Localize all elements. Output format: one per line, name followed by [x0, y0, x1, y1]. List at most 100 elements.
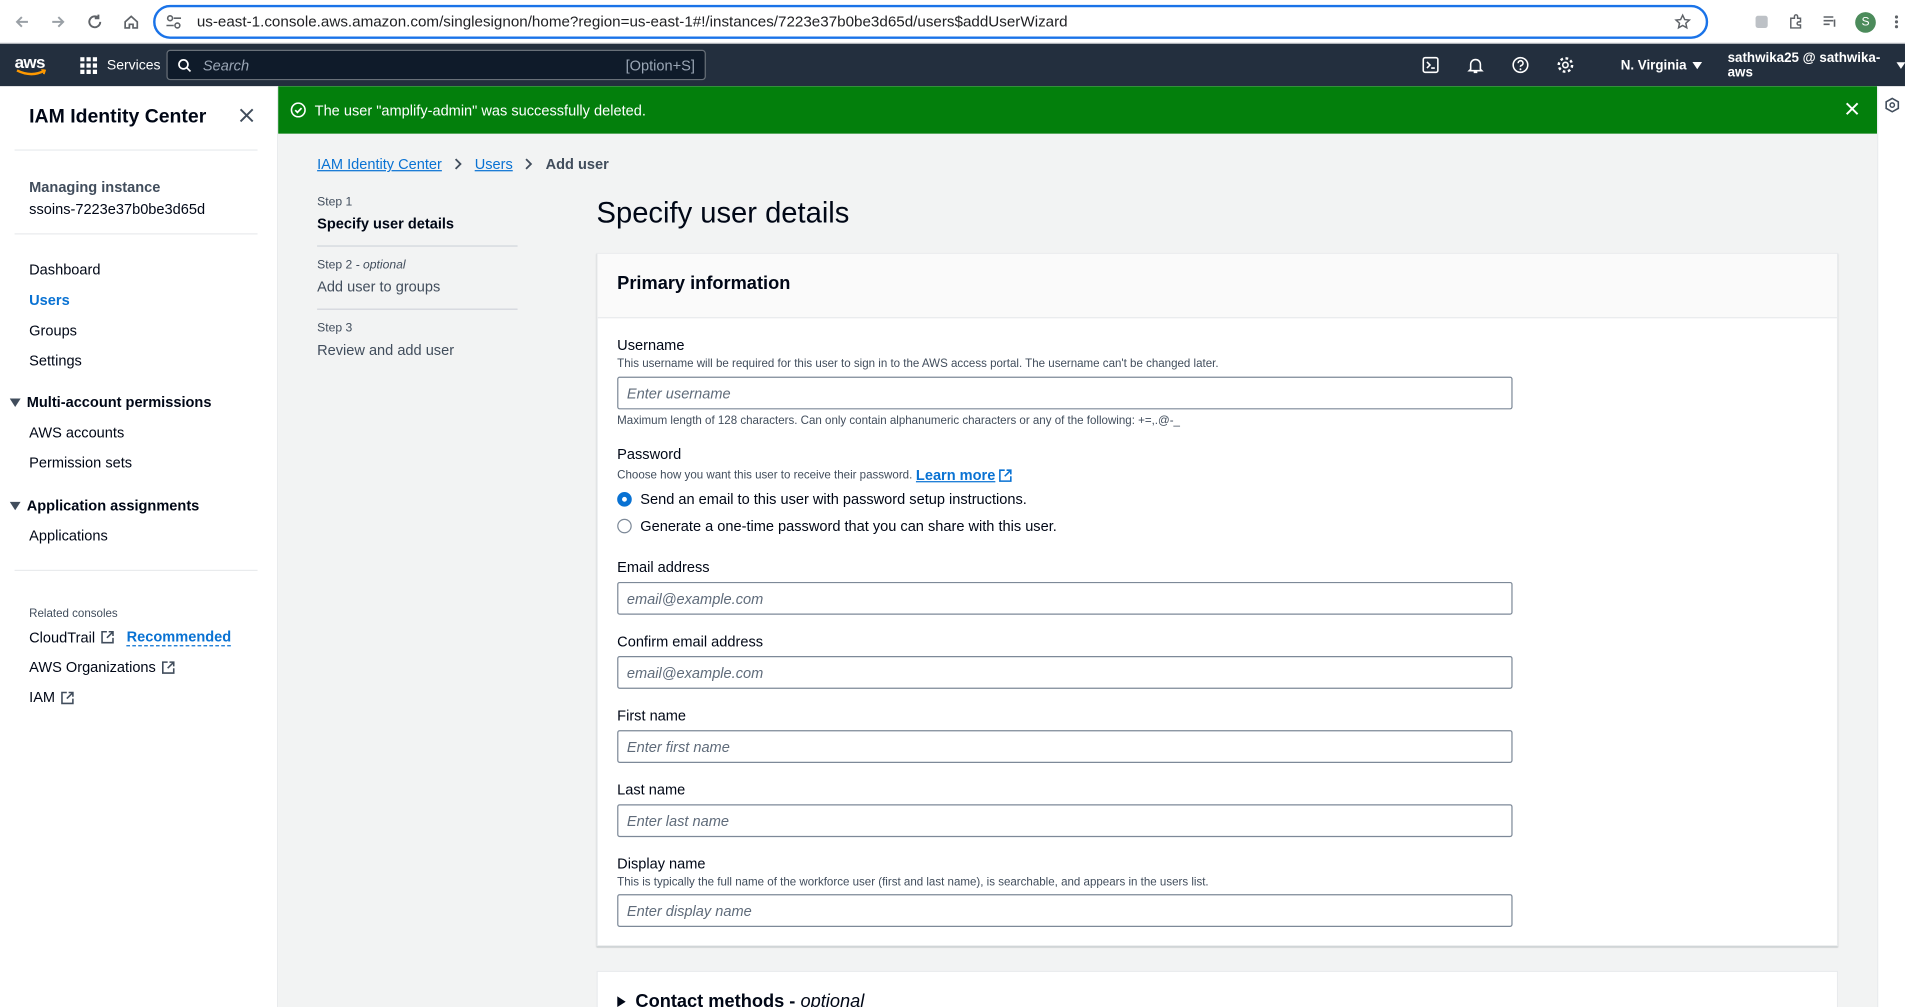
- sidebar-item-settings[interactable]: Settings: [29, 352, 82, 369]
- header-icons: [1421, 44, 1574, 87]
- last-name-input[interactable]: [617, 804, 1513, 838]
- side-navigation: IAM Identity Center Managing instance ss…: [0, 86, 279, 1007]
- search-placeholder[interactable]: Search: [203, 56, 249, 73]
- wizard-step-1[interactable]: Step 1 Specify user details: [317, 196, 518, 247]
- link-label[interactable]: AWS Organizations: [29, 658, 156, 675]
- back-icon[interactable]: [5, 4, 39, 38]
- step-num-text: Step 3: [317, 321, 353, 336]
- close-sidebar-icon[interactable]: [238, 107, 255, 124]
- step-title[interactable]: Specify user details: [317, 215, 517, 232]
- chevron-right-icon: [454, 158, 462, 170]
- contact-methods-title[interactable]: Contact methods -: [635, 991, 795, 1007]
- password-label: Password: [617, 445, 682, 463]
- chevron-right-icon: [525, 158, 533, 170]
- kebab-menu-icon[interactable]: [1893, 13, 1900, 30]
- reload-icon[interactable]: [78, 4, 112, 38]
- breadcrumb-iam-identity-center[interactable]: IAM Identity Center: [317, 156, 442, 173]
- sidebar-item-applications[interactable]: Applications: [29, 527, 108, 544]
- first-name-label: First name: [617, 707, 687, 725]
- home-icon[interactable]: [114, 4, 148, 38]
- step-number: Step 1: [317, 196, 517, 209]
- radio-one-time-password[interactable]: Generate a one-time password that you ca…: [617, 518, 1057, 535]
- sidebar-item-dashboard[interactable]: Dashboard: [29, 261, 100, 278]
- forward-icon[interactable]: [41, 4, 75, 38]
- section-application-assignments[interactable]: Application assignments: [9, 497, 200, 514]
- contact-methods-header[interactable]: Contact methods - optional: [617, 991, 864, 1007]
- link-label[interactable]: IAM: [29, 689, 55, 706]
- related-consoles-label: Related consoles: [29, 607, 118, 621]
- email-input[interactable]: [617, 581, 1513, 615]
- display-name-input[interactable]: [617, 894, 1513, 927]
- settings-gear-icon[interactable]: [1556, 56, 1574, 74]
- breadcrumb-add-user: Add user: [545, 155, 609, 173]
- email-label: Email address: [617, 558, 710, 576]
- password-field: Password Choose how you want this user t…: [617, 446, 1057, 535]
- region-selector[interactable]: N. Virginia: [1621, 44, 1703, 87]
- flash-message: The user "amplify-admin" was successfull…: [314, 101, 646, 119]
- sidebar-item-permission-sets[interactable]: Permission sets: [29, 454, 132, 471]
- radio-label[interactable]: Send an email to this user with password…: [640, 491, 1027, 508]
- link-label[interactable]: CloudTrail: [29, 629, 95, 646]
- radio-send-email[interactable]: Send an email to this user with password…: [617, 491, 1057, 508]
- help-icon[interactable]: [1511, 56, 1529, 74]
- sidebar-item-groups[interactable]: Groups: [29, 322, 77, 339]
- tools-panel-icon[interactable]: [1884, 97, 1900, 113]
- account-menu[interactable]: sathwika25 @ sathwika-aws: [1728, 44, 1905, 87]
- first-name-input[interactable]: [617, 730, 1513, 763]
- caret-down-icon: [1692, 61, 1703, 69]
- search-icon: [178, 58, 192, 72]
- username-label: Username: [617, 336, 685, 354]
- radio-button-selected[interactable]: [617, 492, 632, 507]
- services-label[interactable]: Services: [107, 58, 161, 73]
- region-label[interactable]: N. Virginia: [1621, 58, 1687, 73]
- main-content: The user "amplify-admin" was successfull…: [278, 86, 1878, 1007]
- related-link-cloudtrail[interactable]: CloudTrail Recommended: [29, 628, 232, 647]
- wizard-step-3[interactable]: Step 3 Review and add user: [317, 322, 517, 372]
- step-title[interactable]: Add user to groups: [317, 278, 517, 295]
- cloudshell-icon[interactable]: [1421, 56, 1439, 74]
- wizard-step-2[interactable]: Step 2 - optional Add user to groups: [317, 259, 518, 310]
- confirm-email-label: Confirm email address: [617, 632, 764, 650]
- section-label[interactable]: Multi-account permissions: [27, 394, 212, 411]
- puzzle-icon[interactable]: [1787, 13, 1804, 30]
- section-multi-account-permissions[interactable]: Multi-account permissions: [9, 394, 212, 411]
- sidebar-title[interactable]: IAM Identity Center: [29, 107, 206, 129]
- confirm-email-input[interactable]: [617, 656, 1513, 689]
- related-link-iam[interactable]: IAM: [29, 689, 75, 706]
- sidebar-item-users[interactable]: Users: [29, 292, 70, 309]
- sidebar-item-aws-accounts[interactable]: AWS accounts: [29, 424, 124, 441]
- recommended-badge[interactable]: Recommended: [126, 628, 232, 647]
- breadcrumb-users[interactable]: Users: [475, 156, 513, 173]
- radio-label[interactable]: Generate a one-time password that you ca…: [640, 518, 1057, 535]
- url-text[interactable]: us-east-1.console.aws.amazon.com/singles…: [197, 13, 1068, 30]
- extension-icon[interactable]: [1753, 13, 1770, 30]
- dismiss-flash-icon[interactable]: [1844, 101, 1860, 117]
- step-title[interactable]: Review and add user: [317, 341, 517, 358]
- related-link-organizations[interactable]: AWS Organizations: [29, 658, 175, 675]
- notifications-bell-icon[interactable]: [1466, 56, 1484, 74]
- success-check-icon: [290, 102, 306, 118]
- success-flash-banner: The user "amplify-admin" was successfull…: [278, 86, 1878, 134]
- step-number: Step 2 - optional: [317, 259, 517, 272]
- services-menu[interactable]: Services: [80, 56, 161, 74]
- bookmark-star-icon[interactable]: [1674, 13, 1692, 30]
- contact-methods-expandable[interactable]: Contact methods - optional: [596, 970, 1839, 1007]
- address-bar[interactable]: us-east-1.console.aws.amazon.com/singles…: [153, 4, 1709, 39]
- media-icon[interactable]: [1821, 13, 1838, 30]
- username-input[interactable]: [617, 376, 1513, 410]
- aws-logo[interactable]: aws: [15, 50, 49, 79]
- extensions-area: S: [1753, 0, 1905, 44]
- account-label[interactable]: sathwika25 @ sathwika-aws: [1728, 50, 1890, 79]
- password-description-text: Choose how you want this user to receive…: [617, 468, 913, 482]
- grid-icon: [80, 56, 98, 74]
- container-header: Primary information: [597, 253, 1837, 319]
- page-title: Specify user details: [596, 196, 850, 230]
- radio-button[interactable]: [617, 518, 632, 534]
- profile-avatar[interactable]: S: [1855, 11, 1876, 33]
- site-settings-icon[interactable]: [165, 15, 182, 30]
- external-link-icon[interactable]: [999, 468, 1012, 482]
- section-label[interactable]: Application assignments: [27, 497, 200, 514]
- search-input[interactable]: Search [Option+S]: [166, 49, 706, 81]
- learn-more-link[interactable]: Learn more: [916, 467, 995, 484]
- divider: [14, 233, 258, 235]
